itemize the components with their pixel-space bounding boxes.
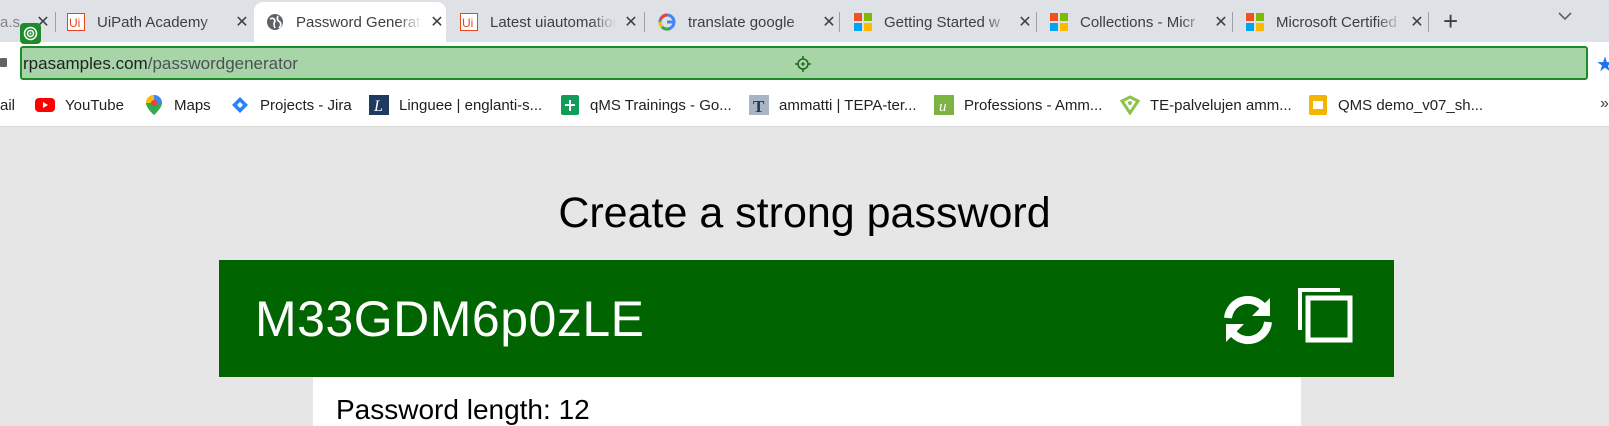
tab-strip: a.s ✕ Ui UiPath Academy ✕ Password Gener… [0,0,1609,42]
bookmark-maps[interactable]: Maps [144,94,211,116]
maps-icon [144,95,164,115]
close-icon[interactable]: ✕ [1016,12,1034,32]
tab-title: Password Generator [296,13,422,31]
tab-title: Latest uiautomation [490,13,616,31]
tab-latest-uiautomation[interactable]: Ui Latest uiautomation ✕ [460,2,640,42]
bookmark-professions[interactable]: u Professions - Amm... [934,94,1102,116]
tab-title: UiPath Academy [97,13,208,31]
bookmark-label: Maps [174,96,211,114]
google-slides-icon [1308,95,1328,115]
bookmark-qms-demo[interactable]: QMS demo_v07_sh... [1308,94,1483,116]
close-icon[interactable]: ✕ [1408,12,1426,32]
password-length-value: 12 [558,394,590,425]
target-icon [20,23,41,44]
te-icon [1120,95,1140,115]
tab-title: translate google [688,13,795,31]
refresh-icon[interactable] [1218,290,1278,350]
tab-collections[interactable]: Collections - Micr ✕ [1050,2,1230,42]
microsoft-icon [1246,13,1264,31]
close-icon[interactable]: ✕ [428,12,446,32]
chevron-down-icon[interactable] [1557,8,1573,24]
bookmark-gmail[interactable]: ail [0,94,15,116]
close-icon[interactable]: ✕ [622,12,640,32]
password-length-label: Password length: 12 [336,394,590,426]
copy-icon[interactable] [1298,288,1354,344]
page-title: Create a strong password [558,189,1051,237]
tab-getting-started[interactable]: Getting Started w ✕ [854,2,1034,42]
star-icon[interactable]: ★ [1596,52,1609,77]
bookmark-ammatti[interactable]: T ammatti | TEPA-ter... [749,94,917,116]
globe-icon [266,13,284,31]
tab-translate-google[interactable]: translate google ✕ [658,2,838,42]
professions-icon: u [934,95,954,115]
bookmark-label: Linguee | englanti-s... [399,96,543,114]
bookmark-qms-trainings[interactable]: qMS Trainings - Go... [560,94,732,116]
google-icon [658,13,676,31]
google-sheets-icon [560,95,580,115]
bookmark-label: YouTube [65,96,124,114]
svg-text:Ui: Ui [462,16,473,30]
bookmark-label: Projects - Jira [260,96,352,114]
bookmark-label: ammatti | TEPA-ter... [779,96,917,114]
tab-uipath-academy[interactable]: Ui UiPath Academy ✕ [67,2,251,42]
bookmark-youtube[interactable]: YouTube [35,94,124,116]
tepa-icon: T [749,95,769,115]
tab-title: Microsoft Certified [1276,13,1397,31]
close-icon[interactable]: ✕ [820,12,838,32]
uipath-icon: Ui [460,13,478,31]
close-icon[interactable]: ✕ [233,12,251,32]
crosshair-icon [795,56,811,72]
password-length-text: Password length: [336,394,551,425]
svg-text:Ui: Ui [69,16,80,30]
bookmark-te-palvelujen[interactable]: TE-palvelujen amm... [1120,94,1292,116]
bookmark-label: qMS Trainings - Go... [590,96,732,114]
svg-text:L: L [373,98,383,115]
bookmark-linguee[interactable]: L Linguee | englanti-s... [369,94,542,116]
generated-password: M33GDM6p0zLE [255,291,645,347]
microsoft-icon [1050,13,1068,31]
url-path: /passwordgenerator [147,54,298,73]
lock-icon[interactable] [0,58,7,67]
svg-text:T: T [753,97,765,115]
tab-title: Getting Started w [884,13,1000,31]
bookmark-label: Professions - Amm... [964,96,1103,114]
svg-text:u: u [939,99,947,115]
bookmarks-overflow-button[interactable]: » [1600,95,1609,113]
linguee-icon: L [369,95,389,115]
tab-password-generator[interactable]: Password Generator ✕ [254,2,446,42]
close-icon[interactable]: ✕ [1212,12,1230,32]
jira-icon [230,95,250,115]
address-url[interactable]: rpasamples.com/passwordgenerator [23,54,298,74]
bookmark-label: ail [0,96,16,114]
tab-title: Collections - Micr [1080,13,1196,31]
microsoft-icon [854,13,872,31]
bookmark-label: TE-palvelujen amm... [1150,96,1292,114]
url-domain: rpasamples.com [23,54,148,73]
tab-microsoft-certified[interactable]: Microsoft Certified ✕ [1246,2,1426,42]
new-tab-button[interactable]: + [1443,6,1458,36]
bookmark-label: QMS demo_v07_sh... [1338,96,1484,114]
bookmark-jira[interactable]: Projects - Jira [230,94,352,116]
youtube-icon [35,95,55,115]
uipath-icon: Ui [67,13,85,31]
